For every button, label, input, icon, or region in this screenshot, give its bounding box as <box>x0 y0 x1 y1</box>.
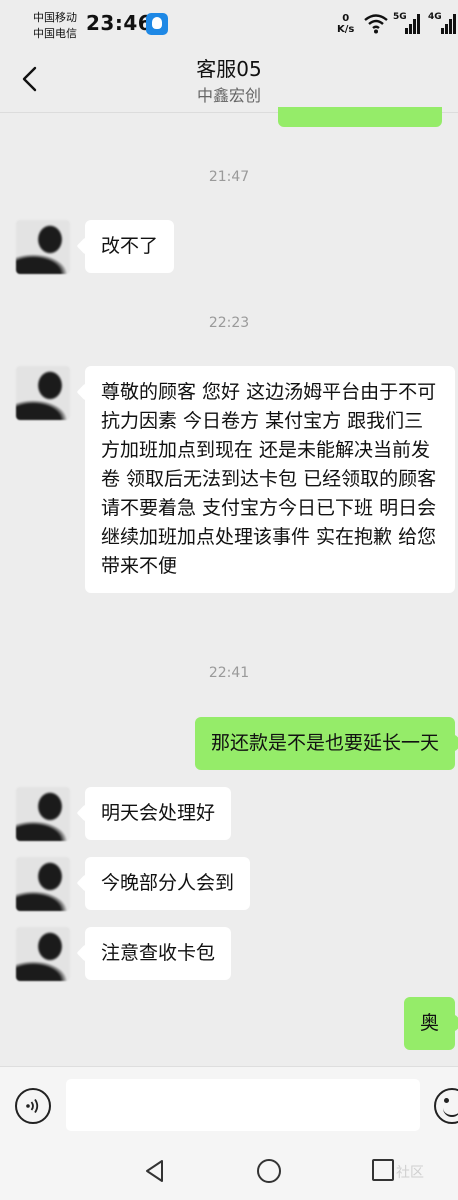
message-text: 那还款是不是也要延长一天 <box>210 732 439 754</box>
contact-avatar[interactable] <box>16 366 70 420</box>
carrier-1: 中国移动 <box>33 11 77 24</box>
notification-app-icon <box>146 13 168 35</box>
timestamp: 22:41 <box>208 665 250 681</box>
nav-back-button[interactable] <box>142 1158 168 1184</box>
timestamp: 21:47 <box>208 169 250 185</box>
wifi-icon <box>364 14 388 34</box>
timestamp: 22:23 <box>208 315 250 331</box>
received-message[interactable]: 注意查收卡包 <box>85 927 232 980</box>
contact-avatar[interactable] <box>16 927 70 981</box>
network-speed-unit: K/s <box>337 24 355 35</box>
system-nav-bar: 社区 <box>0 1146 458 1200</box>
watermark: 社区 <box>396 1165 424 1181</box>
status-time: 23:46 <box>86 11 153 35</box>
chat-area[interactable]: 21:47 改不了 22:23 尊敬的顾客 您好 这边汤姆平台由于不可抗力因素 … <box>0 113 458 1065</box>
nav-recent-button[interactable] <box>372 1159 394 1181</box>
carrier-2: 中国电信 <box>33 27 77 40</box>
contact-avatar[interactable] <box>16 787 70 841</box>
status-bar: 中国移动 中国电信 23:46 0 K/s 5G 4G <box>0 0 458 50</box>
signal-5g-icon: 5G <box>393 12 421 36</box>
message-text: 注意查收卡包 <box>101 942 216 964</box>
voice-icon <box>26 1098 39 1114</box>
nav-home-button[interactable] <box>257 1159 281 1183</box>
emoji-button[interactable] <box>434 1088 458 1124</box>
sent-message[interactable]: 那还款是不是也要延长一天 <box>194 717 455 770</box>
input-bar <box>0 1066 458 1147</box>
contact-avatar[interactable] <box>16 220 70 274</box>
sent-message[interactable]: 奥 <box>403 997 455 1050</box>
received-message[interactable]: 尊敬的顾客 您好 这边汤姆平台由于不可抗力因素 今日卷方 某付宝方 跟我们三方加… <box>85 366 455 593</box>
network-speed: 0 K/s <box>337 13 354 35</box>
received-message[interactable]: 改不了 <box>85 220 175 273</box>
chat-header: 客服05 中鑫宏创 <box>0 50 458 113</box>
received-message[interactable]: 明天会处理好 <box>85 787 232 840</box>
carrier-info: 中国移动 中国电信 <box>33 10 77 42</box>
signal-4g-icon: 4G <box>428 12 458 36</box>
chat-subtitle: 中鑫宏创 <box>196 86 261 105</box>
chat-title: 客服05 <box>196 57 262 81</box>
message-text: 奥 <box>419 1012 439 1034</box>
message-text: 明天会处理好 <box>101 802 216 824</box>
contact-avatar[interactable] <box>16 857 70 911</box>
message-text: 尊敬的顾客 您好 这边汤姆平台由于不可抗力因素 今日卷方 某付宝方 跟我们三方加… <box>101 381 437 577</box>
message-text: 今晚部分人会到 <box>101 872 235 894</box>
message-text: 改不了 <box>101 235 159 257</box>
network-speed-value: 0 <box>342 13 350 24</box>
voice-button[interactable] <box>15 1088 51 1124</box>
message-input[interactable] <box>66 1079 420 1131</box>
received-message[interactable]: 今晚部分人会到 <box>85 857 251 910</box>
